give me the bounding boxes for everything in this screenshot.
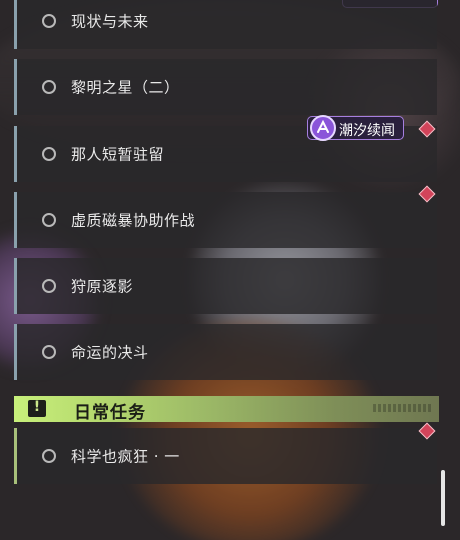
- quest-status-circle-icon: [42, 213, 56, 227]
- quest-label: 命运的决斗: [71, 343, 149, 362]
- quest-item[interactable]: 黎明之星（二）: [14, 59, 437, 115]
- scrollbar-track[interactable]: [441, 0, 445, 540]
- section-title: 日常任务: [74, 403, 146, 423]
- tide-event-icon: [310, 115, 336, 141]
- quest-label: 黎明之星（二）: [71, 78, 180, 97]
- quest-status-circle-icon: [42, 80, 56, 94]
- quest-label: 那人短暂驻留: [71, 145, 165, 164]
- quest-status-circle-icon: [42, 449, 56, 463]
- daily-quest-item[interactable]: 科学也疯狂 · 一: [14, 428, 437, 484]
- section-decoration: [373, 404, 433, 412]
- quest-item[interactable]: 虚质磁暴协助作战: [14, 192, 437, 248]
- quest-item[interactable]: 现状与未来: [14, 0, 437, 49]
- scrollbar-thumb[interactable]: [441, 470, 445, 526]
- daily-section-header[interactable]: ! 日常任务: [14, 396, 439, 423]
- quest-label: 现状与未来: [71, 12, 149, 31]
- quest-status-circle-icon: [42, 279, 56, 293]
- quest-label: 虚质磁暴协助作战: [71, 211, 196, 230]
- quest-item[interactable]: 狩原逐影: [14, 258, 437, 314]
- exclamation-icon: !: [28, 399, 46, 417]
- quest-item[interactable]: 命运的决斗: [14, 324, 437, 380]
- quest-label: 科学也疯狂 · 一: [71, 447, 180, 466]
- quest-status-circle-icon: [42, 14, 56, 28]
- event-tag: 潮汐续闻: [307, 115, 404, 141]
- quest-label: 狩原逐影: [71, 277, 134, 296]
- event-tag-label: 潮汐续闻: [339, 123, 395, 139]
- quest-status-circle-icon: [42, 345, 56, 359]
- quest-status-circle-icon: [42, 147, 56, 161]
